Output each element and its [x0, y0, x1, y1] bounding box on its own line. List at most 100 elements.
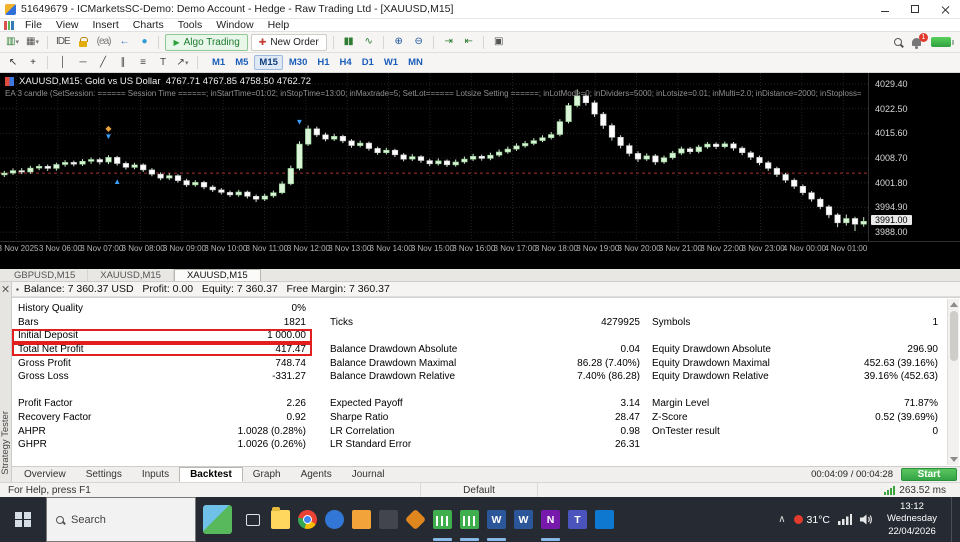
crosshair-icon[interactable]: +: [24, 54, 41, 71]
tester-row: [12, 384, 960, 398]
web-terminal-icon[interactable]: ●: [135, 34, 152, 51]
notifications-bell-icon[interactable]: 1: [912, 38, 921, 46]
chart-area[interactable]: ◆▼▲▼ 4029.404022.504015.604008.704001.80…: [0, 73, 960, 269]
scroll-up-icon[interactable]: [950, 302, 958, 307]
profile-selector[interactable]: Default: [420, 483, 538, 497]
chrome-icon[interactable]: [294, 497, 321, 542]
file-explorer-icon[interactable]: [267, 497, 294, 542]
start-button[interactable]: [0, 497, 46, 542]
start-test-button[interactable]: Start: [901, 468, 957, 481]
metaeditor-ide-icon[interactable]: IDE: [54, 34, 72, 51]
zoom-out-icon[interactable]: ⊖: [410, 34, 427, 51]
new-chart-icon[interactable]: ▥▾: [4, 34, 21, 51]
timeframe-d1[interactable]: D1: [358, 55, 378, 70]
onenote-icon[interactable]: N: [537, 497, 564, 542]
mt5-terminal-icon-2[interactable]: [456, 497, 483, 542]
task-view-button[interactable]: [239, 497, 267, 542]
timeframe-w1[interactable]: W1: [380, 55, 402, 70]
timeframe-mn[interactable]: MN: [404, 55, 427, 70]
candlestick-canvas[interactable]: ◆▼▲▼: [0, 73, 868, 241]
close-tester-icon[interactable]: [2, 285, 9, 292]
arrows-tool-icon[interactable]: ↗▾: [174, 54, 191, 71]
timeframe-m15[interactable]: M15: [254, 55, 282, 70]
title-bar[interactable]: 51649679 - ICMarketsSC-Demo: Demo Accoun…: [0, 0, 960, 19]
menu-insert[interactable]: Insert: [86, 19, 126, 31]
edge-browser-icon[interactable]: [321, 497, 348, 542]
minimize-button[interactable]: [870, 0, 900, 18]
tester-tab-inputs[interactable]: Inputs: [132, 467, 179, 482]
weather-temperature[interactable]: 31°C: [794, 514, 830, 526]
chart-tab-0[interactable]: GBPUSD,M15: [2, 269, 88, 281]
table-scrollbar[interactable]: [947, 299, 959, 465]
amber-app-icon[interactable]: [402, 497, 429, 542]
tester-tab-overview[interactable]: Overview: [14, 467, 76, 482]
auto-scroll-icon[interactable]: ⇥: [440, 34, 457, 51]
fibonacci-icon[interactable]: ≡: [134, 54, 151, 71]
menu-file[interactable]: File: [18, 19, 49, 31]
tester-tab-settings[interactable]: Settings: [76, 467, 132, 482]
search-icon[interactable]: [894, 38, 902, 46]
maximize-button[interactable]: [900, 0, 930, 18]
tester-tab-graph[interactable]: Graph: [243, 467, 291, 482]
chart-tab-2[interactable]: XAUUSD,M15: [174, 269, 261, 281]
price-label: 3988.00: [875, 227, 908, 237]
volume-icon[interactable]: [860, 514, 873, 525]
timeframe-h4[interactable]: H4: [336, 55, 356, 70]
tray-chevron-icon[interactable]: ∧: [778, 514, 785, 525]
timeframe-h1[interactable]: H1: [313, 55, 333, 70]
menu-view[interactable]: View: [49, 19, 86, 31]
equidistant-channel-icon[interactable]: ∥: [114, 54, 131, 71]
cursor-icon[interactable]: ↖: [4, 54, 21, 71]
menu-charts[interactable]: Charts: [126, 19, 171, 31]
strategy-tester-strip[interactable]: Strategy Tester: [0, 282, 12, 482]
show-desktop-button[interactable]: [951, 497, 956, 542]
mt5-terminal-icon[interactable]: [429, 497, 456, 542]
scrollbar-thumb[interactable]: [950, 311, 958, 361]
zoom-in-icon[interactable]: ⊕: [390, 34, 407, 51]
timeframe-m1[interactable]: M1: [208, 55, 229, 70]
market-watch-icon[interactable]: ▮▮: [340, 34, 357, 51]
taskbar-clock[interactable]: 13:12 Wednesday 22/04/2026: [881, 501, 943, 538]
metric-symbols: Symbols1: [646, 316, 944, 330]
chart-window-icon[interactable]: [4, 21, 14, 30]
tester-tab-agents[interactable]: Agents: [291, 467, 342, 482]
network-icon[interactable]: [838, 514, 852, 525]
new-order-button[interactable]: ✚ New Order: [251, 34, 327, 51]
close-button[interactable]: [930, 0, 960, 18]
expert-advisors-icon[interactable]: (ea): [95, 34, 113, 51]
profiles-icon[interactable]: ▦▾: [24, 34, 41, 51]
connection-status[interactable]: 263.52 ms: [884, 485, 960, 496]
teams-icon[interactable]: T: [564, 497, 591, 542]
symbol-ohlc-text: XAUUSD,M15: Gold vs US Dollar 4767.71 47…: [19, 76, 311, 87]
chart-tab-1[interactable]: XAUUSD,M15: [88, 269, 174, 281]
mail-icon[interactable]: [591, 497, 618, 542]
menu-tools[interactable]: Tools: [171, 19, 210, 31]
time-axis[interactable]: 3 Nov 20253 Nov 06:003 Nov 07:003 Nov 08…: [0, 241, 960, 255]
text-tool-icon[interactable]: T: [154, 54, 171, 71]
mt4-icon[interactable]: [348, 497, 375, 542]
word-icon-2[interactable]: W: [510, 497, 537, 542]
menu-help[interactable]: Help: [261, 19, 297, 31]
weather-widget-icon[interactable]: [203, 505, 232, 534]
menu-window[interactable]: Window: [209, 19, 260, 31]
algo-trading-button[interactable]: ▶ Algo Trading: [165, 34, 247, 51]
trendline-icon[interactable]: ╱: [94, 54, 111, 71]
price-axis[interactable]: 4029.404022.504015.604008.704001.803994.…: [868, 73, 960, 241]
timeframe-m5[interactable]: M5: [231, 55, 252, 70]
scroll-down-icon[interactable]: [950, 457, 958, 462]
zigzag-icon[interactable]: ∿: [360, 34, 377, 51]
vertical-line-icon[interactable]: │: [54, 54, 71, 71]
timeframe-m30[interactable]: M30: [285, 55, 311, 70]
horizontal-line-icon[interactable]: ─: [74, 54, 91, 71]
chart-shift-icon[interactable]: ⇤: [460, 34, 477, 51]
undo-icon[interactable]: ←: [115, 34, 132, 51]
screenshot-icon[interactable]: ▣: [490, 34, 507, 51]
lock-icon[interactable]: [75, 34, 92, 51]
tester-tab-backtest[interactable]: Backtest: [179, 467, 243, 482]
tester-tab-journal[interactable]: Journal: [342, 467, 395, 482]
metric-balance-drawdown-maximal: Balance Drawdown Maximal86.28 (7.40%): [324, 356, 646, 370]
system-tray: ∧ 31°C 13:12 Wednesday 22/04/2026: [778, 497, 960, 542]
dark-app-icon[interactable]: [375, 497, 402, 542]
taskbar-search-box[interactable]: Search: [46, 497, 196, 542]
word-icon[interactable]: W: [483, 497, 510, 542]
